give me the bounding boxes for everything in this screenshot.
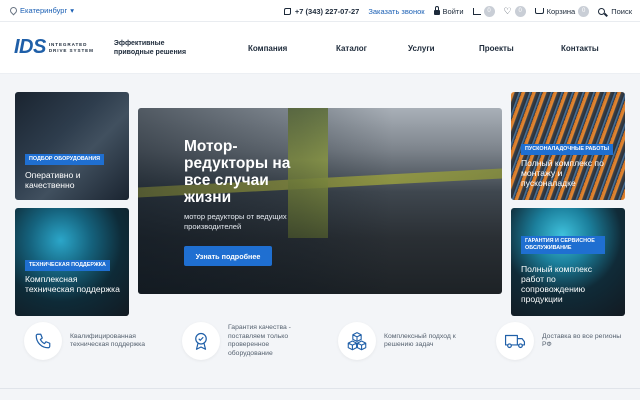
logo-mark: IDS bbox=[14, 36, 46, 58]
card-tag: Подбор оборудования bbox=[25, 154, 105, 165]
feature-quality: Гарантия качества - поставляем только пр… bbox=[182, 322, 298, 360]
phone-number: +7 (343) 227-07-27 bbox=[294, 6, 360, 16]
hero-title: Мотор-редукторы на все случаи жизни bbox=[184, 138, 291, 206]
lock-icon bbox=[433, 5, 440, 15]
search-label: Поиск bbox=[611, 6, 632, 16]
nav-company[interactable]: Компания bbox=[248, 44, 287, 53]
callback-link[interactable]: Заказать звонок bbox=[368, 7, 424, 16]
phone-link[interactable]: +7 (343) 227-07-27 bbox=[283, 6, 360, 16]
promo-card-equipment[interactable]: Подбор оборудования Оперативно и качеств… bbox=[15, 92, 129, 200]
promo-card-commissioning[interactable]: Пусконаладочные работы Полный комплекс п… bbox=[511, 92, 625, 200]
card-title: Комплексная техническая поддержка bbox=[25, 274, 120, 294]
card-tag: Пусконаладочные работы bbox=[521, 144, 614, 155]
nav-projects[interactable]: Проекты bbox=[479, 44, 514, 53]
feature-text: Комплексный подход к решению задач bbox=[384, 332, 456, 349]
city-name: Екатеринбург bbox=[20, 6, 68, 15]
logo-text: INTEGRATED DRIVE SYSTEM bbox=[49, 42, 94, 54]
promo-card-warranty[interactable]: Гарантия и сервисное обслуживание Полный… bbox=[511, 208, 625, 316]
nav-services[interactable]: Услуги bbox=[408, 44, 435, 53]
heart-icon: ♡ bbox=[503, 5, 512, 16]
nav-contacts[interactable]: Контакты bbox=[561, 44, 599, 53]
feature-approach: Комплексный подход к решению задач bbox=[338, 322, 468, 360]
logo[interactable]: IDS INTEGRATED DRIVE SYSTEM bbox=[14, 36, 94, 59]
feature-text: Квалифицированная техническая поддержка bbox=[70, 332, 146, 349]
feature-support: Квалифицированная техническая поддержка bbox=[24, 322, 160, 360]
chevron-down-icon: ▾ bbox=[70, 6, 74, 15]
nav-catalog[interactable]: Каталог bbox=[336, 44, 367, 53]
card-title: Полный комплекс работ по сопровождению п… bbox=[521, 264, 593, 304]
login-button[interactable]: Войти bbox=[433, 5, 464, 16]
feature-text: Гарантия качества - поставляем только пр… bbox=[228, 324, 291, 357]
promo-card-support[interactable]: Техническая поддержка Комплексная технич… bbox=[15, 208, 129, 316]
hero-banner: Мотор-редукторы на все случаи жизни мото… bbox=[138, 108, 502, 294]
tagline: Эффективные приводные решения bbox=[113, 39, 187, 56]
learn-more-button[interactable]: Узнать подробнее bbox=[184, 246, 272, 266]
divider bbox=[0, 388, 640, 389]
city-selector[interactable]: Екатеринбург ▾ bbox=[8, 5, 74, 16]
cart-icon bbox=[534, 8, 544, 14]
card-title: Полный комплекс по монтажу и пусконаладк… bbox=[521, 158, 604, 188]
phone-icon bbox=[24, 322, 62, 360]
compare-count-badge: 0 bbox=[483, 5, 495, 17]
cubes-icon bbox=[338, 322, 376, 360]
feature-text: Доставка во все регионы РФ bbox=[542, 332, 622, 349]
main-content: Подбор оборудования Оперативно и качеств… bbox=[0, 74, 640, 316]
cart-label: Корзина bbox=[546, 6, 576, 16]
cart-button[interactable]: Корзина 0 bbox=[534, 5, 590, 17]
logo-line-2: DRIVE SYSTEM bbox=[48, 47, 94, 53]
truck-icon bbox=[496, 322, 534, 360]
search-button[interactable]: Поиск bbox=[598, 7, 632, 16]
top-bar: Екатеринбург ▾ +7 (343) 227-07-27 Заказа… bbox=[0, 0, 640, 22]
compare-button[interactable]: 0 bbox=[472, 5, 495, 17]
cart-count-badge: 0 bbox=[578, 5, 590, 17]
features-strip: Квалифицированная техническая поддержка … bbox=[0, 322, 640, 378]
phone-icon bbox=[283, 7, 291, 15]
search-icon bbox=[598, 7, 606, 15]
card-tag: Гарантия и сервисное обслуживание bbox=[521, 236, 605, 254]
favorites-button[interactable]: ♡ 0 bbox=[503, 5, 526, 17]
compare-icon bbox=[472, 7, 481, 15]
site-header: IDS INTEGRATED DRIVE SYSTEM Эффективные … bbox=[0, 22, 640, 74]
login-label: Войти bbox=[442, 6, 464, 16]
card-tag: Техническая поддержка bbox=[25, 260, 110, 271]
card-title: Оперативно и качественно bbox=[25, 170, 81, 190]
hero-subtitle: мотор редукторы от ведущих производителе… bbox=[184, 212, 287, 231]
location-pin-icon bbox=[8, 5, 19, 16]
favorites-count-badge: 0 bbox=[514, 5, 526, 17]
quality-badge-icon bbox=[182, 322, 220, 360]
feature-delivery: Доставка во все регионы РФ bbox=[496, 322, 626, 360]
